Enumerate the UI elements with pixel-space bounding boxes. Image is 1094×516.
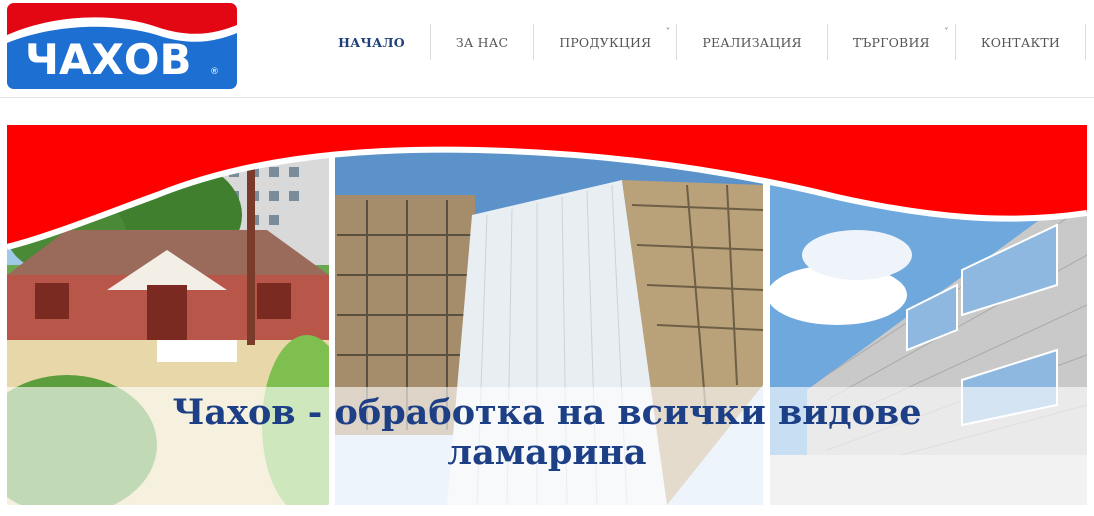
logo-text: ЧАХОВ (25, 35, 192, 84)
hero-title-line: Чахов - обработка на всички видове (172, 392, 922, 433)
nav-item-contacts[interactable]: КОНТАКТИ (956, 24, 1086, 60)
chevron-down-icon: ˅ (944, 28, 949, 38)
nav-item-projects[interactable]: РЕАЛИЗАЦИЯ (677, 24, 828, 60)
hero-banner: Чахов - обработка на всички видове ламар… (7, 125, 1087, 505)
site-header: ЧАХОВ ® НАЧАЛО ЗА НАС ПРОДУКЦИЯ ˅ РЕАЛИЗА… (0, 0, 1094, 98)
nav-label: РЕАЛИЗАЦИЯ (702, 34, 802, 50)
hero-title: Чахов - обработка на всички видове ламар… (7, 393, 1087, 473)
nav-item-home[interactable]: НАЧАЛО (313, 24, 431, 60)
nav-label: ТЪРГОВИЯ (852, 34, 930, 50)
registered-mark: ® (210, 67, 219, 77)
main-nav: НАЧАЛО ЗА НАС ПРОДУКЦИЯ ˅ РЕАЛИЗАЦИЯ ТЪРГ… (313, 24, 1086, 60)
chevron-down-icon: ˅ (665, 28, 671, 38)
nav-item-products[interactable]: ПРОДУКЦИЯ ˅ (534, 24, 678, 60)
chahov-logo[interactable]: ЧАХОВ ® (7, 3, 237, 89)
nav-item-about[interactable]: ЗА НАС (431, 24, 535, 60)
hero-caption: Чахов - обработка на всички видове ламар… (7, 387, 1087, 505)
logo-graphic: ЧАХОВ ® (7, 3, 237, 89)
nav-label: ЗА НАС (455, 34, 509, 50)
nav-label: НАЧАЛО (338, 34, 405, 50)
nav-label: ПРОДУКЦИЯ (559, 34, 652, 50)
nav-item-trade[interactable]: ТЪРГОВИЯ ˅ (828, 24, 956, 60)
hero-title-line: ламарина (447, 432, 647, 473)
nav-label: КОНТАКТИ (980, 34, 1060, 50)
